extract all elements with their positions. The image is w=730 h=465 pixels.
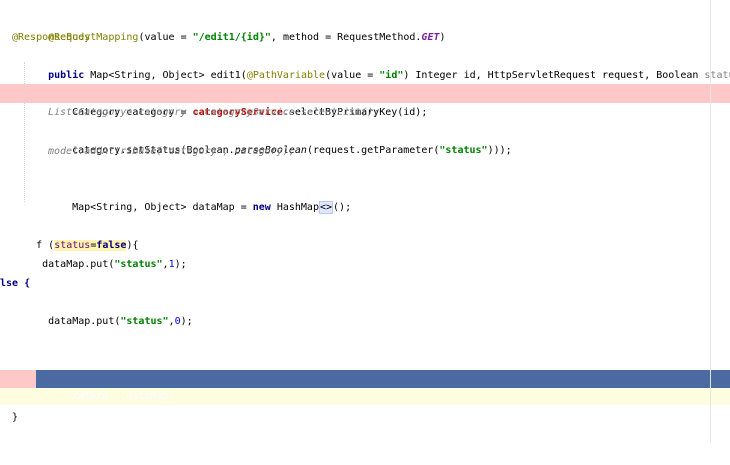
comment: model.addAttribute("category", category)… bbox=[48, 146, 295, 157]
code-line-4[interactable]: Category category = categoryService.sele… bbox=[0, 84, 427, 118]
string-literal: "status" bbox=[439, 145, 488, 156]
code-line-9[interactable]: f (status=false){ bbox=[0, 217, 139, 251]
string-literal: "/edit1/{id}" bbox=[192, 32, 271, 43]
code-line-10[interactable]: dataMap.put("status",1); bbox=[0, 236, 187, 270]
code-text: Map<String, Object> edit1( bbox=[84, 70, 247, 81]
closing-brace: } bbox=[12, 412, 19, 423]
code-line-5[interactable]: List<Category> category = categoryServic… bbox=[0, 103, 379, 122]
code-line-6[interactable]: category.setStatus(Boolean.parseBoolean(… bbox=[0, 122, 512, 156]
code-line-12[interactable]: dataMap.put("status",0); bbox=[0, 293, 193, 327]
code-text: (); bbox=[333, 202, 352, 213]
code-line-8[interactable]: Map<String, Object> dataMap = new HashMa… bbox=[0, 179, 351, 214]
code-text: dataMap.put( bbox=[42, 259, 115, 270]
code-text: ) bbox=[439, 32, 446, 43]
string-literal: "id" bbox=[379, 70, 404, 81]
code-text: (request.getParameter( bbox=[306, 145, 440, 156]
code-text: Map<String, Object> dataMap = bbox=[72, 202, 253, 213]
code-text: dataMap; bbox=[108, 391, 175, 402]
diamond-operator: <> bbox=[318, 201, 334, 214]
code-text: ))); bbox=[487, 145, 512, 156]
code-line-13[interactable]: return dataMap; bbox=[0, 370, 174, 402]
unused-parameter: status bbox=[704, 70, 730, 81]
keyword: public bbox=[48, 70, 85, 81]
code-text: (value = bbox=[325, 70, 380, 81]
code-text: , method = RequestMethod. bbox=[270, 32, 422, 43]
code-text: dataMap.put( bbox=[48, 316, 121, 327]
code-text: HashMap bbox=[270, 202, 319, 213]
comment: List<Category> category = categoryServic… bbox=[48, 107, 380, 118]
string-literal: "status" bbox=[114, 259, 163, 270]
code-text: ) Integer id, HttpServletRequest request… bbox=[403, 70, 705, 81]
code-text: (value = bbox=[138, 32, 193, 43]
code-line-14[interactable]: } bbox=[0, 408, 24, 427]
code-text: ); bbox=[180, 316, 193, 327]
string-literal: "status" bbox=[120, 316, 169, 327]
code-line-3[interactable]: public Map<String, Object> edit1(@PathVa… bbox=[0, 47, 730, 81]
keyword: new bbox=[252, 202, 271, 213]
code-editor[interactable]: @RequestMapping(value = "/edit1/{id}", m… bbox=[0, 0, 730, 442]
keyword: lse { bbox=[0, 278, 31, 289]
code-line-11[interactable]: lse { bbox=[0, 274, 30, 293]
keyword: return bbox=[72, 391, 109, 402]
code-line-7[interactable]: model.addAttribute("category", category)… bbox=[0, 142, 295, 161]
enum-constant: GET bbox=[421, 32, 440, 43]
annotation: @ResponseBody bbox=[12, 32, 91, 43]
code-line-1[interactable]: @RequestMapping(value = "/edit1/{id}", m… bbox=[0, 9, 445, 43]
code-text: ); bbox=[174, 259, 187, 270]
code-line-2[interactable]: @ResponseBody bbox=[0, 28, 90, 47]
annotation: @PathVariable bbox=[246, 70, 326, 81]
